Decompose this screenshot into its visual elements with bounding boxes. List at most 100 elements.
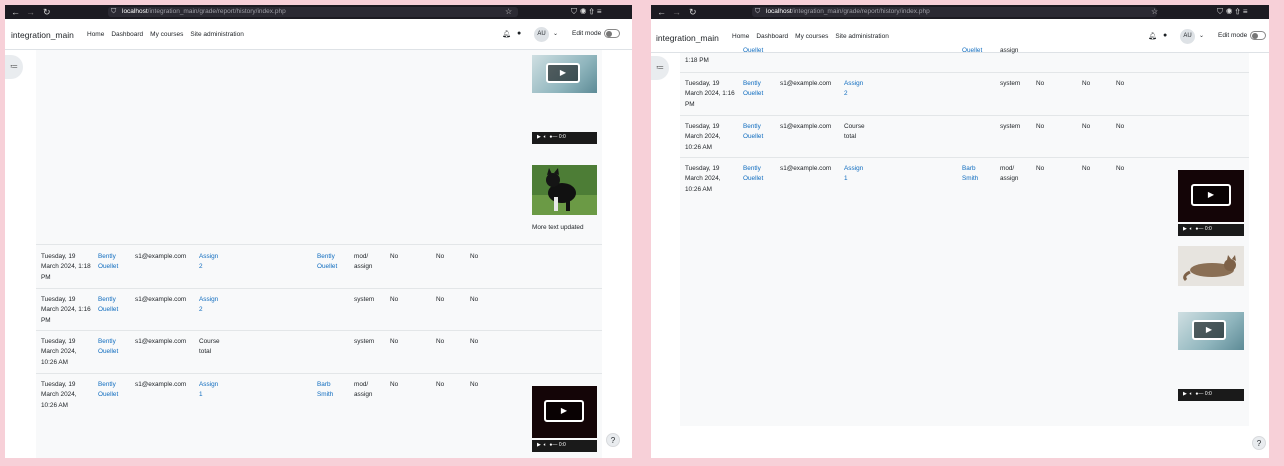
play-icon[interactable]: ▶ <box>1191 184 1231 206</box>
cell-flag: No <box>1036 80 1045 87</box>
chevron-down-icon[interactable]: ⌄ <box>1199 32 1204 39</box>
cell-item-link[interactable]: Assign 2 <box>844 79 868 100</box>
edit-mode-label: Edit mode <box>1218 32 1248 39</box>
bookmark-star-icon[interactable]: ☆ <box>505 6 512 18</box>
cell-flag: No <box>1116 165 1125 172</box>
edit-mode-toggle[interactable] <box>1250 31 1266 40</box>
video-controls[interactable]: ▶ 🔈︎ ●— 0:0 <box>1178 224 1244 236</box>
video-time: 0:0 <box>558 442 566 448</box>
video-controls[interactable]: ▶ 🔈︎ ●— 0:0 <box>532 440 597 452</box>
table-row: Tuesday, 19 March 2024, 1:16 PM Bently O… <box>36 289 602 331</box>
index-drawer-icon[interactable]: ≔ <box>651 56 669 80</box>
cell-user-link[interactable]: Bently Ouellet <box>98 295 128 316</box>
nav-site-admin[interactable]: Site administration <box>190 31 243 38</box>
cell-user-link[interactable]: Bently Ouellet <box>98 252 128 273</box>
cell-email: s1@example.com <box>135 253 187 260</box>
cell-date: Tuesday, 19 March 2024, 1:18 PM <box>41 253 91 281</box>
cell-flag: No <box>1116 123 1125 130</box>
cell-source: mod/ assign <box>354 381 373 399</box>
cell-user-link[interactable]: Bently Ouellet <box>743 164 773 185</box>
cell-flag: No <box>436 338 445 345</box>
cell-flag: No <box>1116 80 1125 87</box>
bookmark-star-icon[interactable]: ☆ <box>1151 6 1158 18</box>
moodle-navbar: integration_main Home Dashboard My cours… <box>5 19 632 50</box>
arrow-right-icon[interactable]: → <box>26 6 35 18</box>
url-bar[interactable]: ⛉ localhost/integration_main/grade/report… <box>752 7 1157 17</box>
video-thumbnail[interactable]: ▶ <box>532 55 597 93</box>
cell-source: system <box>1000 123 1021 130</box>
bell-icon[interactable]: 🔔︎ <box>502 30 511 38</box>
browser-extension-icons[interactable]: ⛉◉⇧≡ <box>1217 6 1251 18</box>
cell-item-link[interactable]: Assign 2 <box>199 295 223 316</box>
cell-email: s1@example.com <box>135 381 187 388</box>
avatar[interactable]: AU <box>534 27 549 42</box>
nav-my-courses[interactable]: My courses <box>150 31 183 38</box>
video-controls[interactable]: ▶ 🔈︎ ●— 0:0 <box>532 132 597 144</box>
cell-grader-link[interactable]: Ouellet <box>962 46 982 56</box>
nav-site-admin[interactable]: Site administration <box>835 33 888 40</box>
cell-flag: No <box>390 338 399 345</box>
cell-flag: No <box>1082 80 1091 87</box>
cell-email: s1@example.com <box>780 123 832 130</box>
chevron-down-icon[interactable]: ⌄ <box>553 30 558 37</box>
cell-flag: No <box>1036 123 1045 130</box>
arrow-right-icon[interactable]: → <box>672 6 681 18</box>
cell-grader-link[interactable]: Bently Ouellet <box>317 252 347 273</box>
index-drawer-icon[interactable]: ≔ <box>5 55 23 79</box>
page-content: ≔ 1:18 PM Ouellet Ouellet assign Tuesday… <box>651 47 1269 458</box>
table-row: ▶ ▶ 🔈︎ ●— 0:0 More text updated <box>36 50 602 245</box>
video-player[interactable]: ▶ <box>1178 170 1244 222</box>
cell-date: Tuesday, 19 March 2024, 1:16 PM <box>41 296 91 324</box>
cell-item-link[interactable]: Assign 1 <box>199 380 223 401</box>
chat-icon[interactable]: ● <box>1163 32 1167 39</box>
edit-mode-toggle[interactable] <box>604 29 620 38</box>
cell-item-link[interactable]: Assign 2 <box>199 252 223 273</box>
url-bar[interactable]: ⛉ localhost/integration_main/grade/report… <box>108 7 518 17</box>
cell-flag: No <box>1082 123 1091 130</box>
browser-toolbar: ← → ↻ ⛉ localhost/integration_main/grade/… <box>651 5 1269 19</box>
play-icon[interactable]: ▶ <box>544 400 584 422</box>
cell-source: assign <box>1000 47 1019 54</box>
site-brand[interactable]: integration_main <box>656 33 719 43</box>
play-icon[interactable]: ▶ <box>546 63 580 83</box>
avatar[interactable]: AU <box>1180 29 1195 44</box>
browser-extension-icons[interactable]: ⛉◉⇧≡ <box>571 6 605 18</box>
cell-date: Tuesday, 19 March 2024, 10:26 AM <box>685 165 721 193</box>
reload-icon[interactable]: ↻ <box>43 6 51 18</box>
cell-user-link[interactable]: Ouellet <box>743 46 763 56</box>
site-brand[interactable]: integration_main <box>11 30 74 40</box>
video-thumbnail[interactable]: ▶ <box>1178 312 1244 350</box>
arrow-left-icon[interactable]: ← <box>11 6 20 18</box>
media-caption: More text updated <box>532 224 584 231</box>
cell-flag: No <box>470 381 479 388</box>
video-time: 0:0 <box>1204 226 1212 232</box>
arrow-left-icon[interactable]: ← <box>657 6 666 18</box>
play-icon[interactable]: ▶ <box>1192 320 1226 340</box>
cell-source: system <box>354 338 375 345</box>
nav-dashboard[interactable]: Dashboard <box>111 31 143 38</box>
cell-user-link[interactable]: Bently Ouellet <box>98 380 128 401</box>
cell-date: Tuesday, 19 March 2024, 10:26 AM <box>41 381 77 409</box>
cell-item-link[interactable]: Assign 1 <box>844 164 868 185</box>
cell-date: Tuesday, 19 March 2024, 10:26 AM <box>685 123 721 151</box>
cell-user-link[interactable]: Bently Ouellet <box>98 337 128 358</box>
reload-icon[interactable]: ↻ <box>689 6 697 18</box>
nav-dashboard[interactable]: Dashboard <box>756 33 788 40</box>
nav-home[interactable]: Home <box>87 31 104 38</box>
help-icon[interactable]: ? <box>606 433 620 447</box>
help-icon[interactable]: ? <box>1252 436 1266 450</box>
cell-grader-link[interactable]: Barb Smith <box>317 380 347 401</box>
cell-user-link[interactable]: Bently Ouellet <box>743 122 773 143</box>
cell-user-link[interactable]: Bently Ouellet <box>743 79 773 100</box>
cell-grader-link[interactable]: Barb Smith <box>962 164 992 185</box>
nav-my-courses[interactable]: My courses <box>795 33 828 40</box>
cell-flag: No <box>436 296 445 303</box>
cell-flag: No <box>436 253 445 260</box>
table-row: Tuesday, 19 March 2024, 1:18 PM Bently O… <box>36 246 602 289</box>
video-player[interactable]: ▶ <box>532 386 597 438</box>
bell-icon[interactable]: 🔔︎ <box>1148 32 1157 40</box>
video-controls[interactable]: ▶ 🔈︎ ●— 0:0 <box>1178 389 1244 401</box>
chat-icon[interactable]: ● <box>517 30 521 37</box>
primary-menu: Home Dashboard My courses Site administr… <box>732 33 889 40</box>
nav-home[interactable]: Home <box>732 33 749 40</box>
